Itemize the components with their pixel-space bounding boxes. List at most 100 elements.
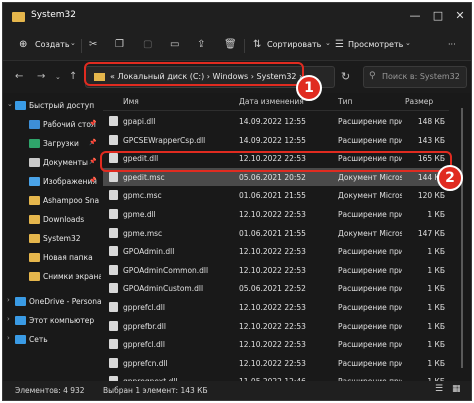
- chevron-down-icon: ⌄: [70, 39, 76, 47]
- file-list: Имя Дата изменения Тип Размер gpapi.dll 1…: [103, 93, 449, 387]
- file-type: Расширение при...: [338, 321, 402, 331]
- sort-button[interactable]: Сортировать: [267, 40, 321, 49]
- file-date: 14.09.2022 12:55: [239, 135, 306, 145]
- file-icon: [109, 116, 118, 126]
- pin-icon: 📌: [89, 177, 97, 184]
- pin-icon: 📌: [89, 139, 97, 146]
- file-row[interactable]: gpmc.msc 01.06.2021 21:55 Документ Micros.…: [103, 186, 449, 204]
- file-size: 1 КБ: [427, 247, 445, 257]
- file-size: 1 КБ: [427, 265, 445, 275]
- expand-chevron-icon[interactable]: ⌄: [7, 100, 13, 108]
- file-size: 1 КБ: [427, 358, 445, 368]
- refresh-icon[interactable]: ↻: [341, 70, 350, 83]
- network-icon: [15, 335, 26, 344]
- file-type: Расширение при...: [338, 135, 402, 145]
- view-button[interactable]: Просмотреть: [348, 40, 403, 49]
- close-button[interactable]: ✕: [453, 9, 467, 22]
- title-bar: System32 — □ ✕: [3, 3, 471, 31]
- file-date: 05.06.2021 22:52: [239, 284, 306, 294]
- rename-icon[interactable]: ▭: [170, 39, 179, 50]
- step-badge-1: 1: [296, 75, 322, 101]
- column-size[interactable]: Размер: [405, 97, 433, 106]
- selection-info: Выбран 1 элемент: 143 КБ: [103, 386, 208, 395]
- share-icon[interactable]: ⇪: [197, 39, 205, 50]
- file-row[interactable]: gpapi.dll 14.09.2022 12:55 Расширение при.…: [103, 112, 449, 130]
- search-input[interactable]: ⚲ Поиск в: System32: [363, 66, 467, 88]
- file-row[interactable]: gpme.dll 12.10.2022 22:53 Расширение при..…: [103, 205, 449, 223]
- sidebar-item[interactable]: Загрузки 📌: [3, 135, 101, 153]
- back-icon[interactable]: ←: [15, 71, 23, 82]
- file-type: Документ Micros...: [338, 228, 402, 238]
- expand-chevron-icon[interactable]: ›: [7, 334, 10, 342]
- file-row[interactable]: gpprefcl.dll 12.10.2022 22:53 Расширение п…: [103, 335, 449, 353]
- file-name: GPOAdminCustom.dll: [123, 284, 204, 294]
- file-icon: [109, 171, 118, 182]
- file-type: Расширение при...: [338, 265, 402, 275]
- sort-icon: ⇅: [253, 39, 262, 50]
- sidebar-item[interactable]: › Этот компьютер: [3, 312, 101, 330]
- step-badge-2: 2: [437, 165, 463, 191]
- sidebar-item[interactable]: Рабочий стол 📌: [3, 116, 101, 134]
- vertical-scrollbar[interactable]: [458, 98, 466, 380]
- delete-icon[interactable]: 🗑: [224, 39, 237, 50]
- scrollbar-thumb[interactable]: [461, 108, 463, 368]
- more-button[interactable]: ···: [448, 40, 456, 49]
- sidebar-item[interactable]: Изображения 📌: [3, 173, 101, 191]
- file-row[interactable]: gpme.msc 01.06.2021 21:55 Документ Micros.…: [103, 224, 449, 242]
- sidebar-item[interactable]: › OneDrive - Personal: [3, 293, 101, 311]
- file-date: 12.10.2022 22:53: [239, 303, 306, 312]
- sidebar-item[interactable]: System32: [3, 230, 101, 248]
- chevron-down-icon: ⌄: [325, 39, 331, 47]
- item-count: Элементов: 4 932: [15, 386, 85, 395]
- column-type[interactable]: Тип: [338, 97, 352, 106]
- file-row[interactable]: gpprefcn.dll 12.10.2022 22:53 Расширение п…: [103, 354, 449, 372]
- sidebar-item[interactable]: Downloads: [3, 211, 101, 229]
- sidebar-item[interactable]: Новая папка: [3, 249, 101, 267]
- file-name: gpapi.dll: [123, 117, 156, 126]
- file-name: gpprefcl.dll: [123, 303, 165, 312]
- file-date: 12.10.2022 22:53: [239, 265, 306, 275]
- navigation-pane: ⌄ Быстрый доступ Рабочий стол 📌 Загрузки 📌 Док…: [3, 93, 101, 381]
- desktop-icon: [29, 120, 40, 129]
- file-name: GPCSEWrapperCsp.dll: [123, 135, 206, 145]
- command-bar: ⊕ Создать ⌄ ✂ ❐ ▢ ▭ ⇪ 🗑 ⇅ Сортировать ⌄ …: [3, 31, 471, 61]
- file-name: gpmc.msc: [123, 191, 162, 201]
- file-row[interactable]: gpprefcl.dll 12.10.2022 22:53 Расширение п…: [103, 298, 449, 316]
- sidebar-item[interactable]: › Сеть: [3, 331, 101, 349]
- sidebar-item-label: Загрузки: [43, 139, 79, 148]
- plus-icon: ⊕: [19, 39, 28, 50]
- file-icon: [109, 246, 118, 257]
- paste-icon[interactable]: ▢: [143, 39, 152, 50]
- recent-chevron-icon[interactable]: ⌄: [55, 73, 61, 81]
- sidebar-item[interactable]: Ashampoo Sna: [3, 192, 101, 210]
- sidebar-item[interactable]: ⌄ Быстрый доступ: [3, 97, 101, 115]
- file-type: Документ Micros...: [338, 172, 402, 182]
- details-view-icon[interactable]: ☰: [435, 384, 443, 394]
- cut-icon[interactable]: ✂: [89, 39, 97, 50]
- up-icon[interactable]: ↑: [69, 71, 77, 82]
- column-date[interactable]: Дата изменения: [239, 97, 304, 106]
- sidebar-item[interactable]: Снимки экрана: [3, 268, 101, 286]
- sidebar-item-label: Рабочий стол: [43, 120, 96, 129]
- column-name[interactable]: Имя: [123, 97, 139, 106]
- file-row[interactable]: GPOAdminCommon.dll 12.10.2022 22:53 Расшир…: [103, 261, 449, 279]
- file-icon: [109, 302, 118, 312]
- file-row[interactable]: GPOAdminCustom.dll 05.06.2021 22:52 Расшир…: [103, 279, 449, 297]
- sidebar-item[interactable]: Документы 📌: [3, 154, 101, 172]
- create-button[interactable]: Создать: [35, 40, 70, 49]
- expand-chevron-icon[interactable]: ›: [7, 315, 10, 323]
- copy-icon[interactable]: ❐: [115, 39, 124, 50]
- file-row[interactable]: gpprefbr.dll 12.10.2022 22:53 Расширение п…: [103, 317, 449, 335]
- expand-chevron-icon[interactable]: ›: [7, 296, 10, 304]
- file-row[interactable]: GPOAdmin.dll 12.10.2022 22:53 Расширение п…: [103, 242, 449, 260]
- maximize-button[interactable]: □: [431, 9, 445, 22]
- sidebar-item-label: OneDrive - Personal: [29, 297, 101, 306]
- file-row[interactable]: GPCSEWrapperCsp.dll 14.09.2022 12:55 Расши…: [103, 131, 449, 149]
- tiles-view-icon[interactable]: ▦: [452, 384, 461, 394]
- minimize-button[interactable]: —: [408, 9, 422, 22]
- search-icon: ⚲: [369, 71, 376, 81]
- folder-icon: [29, 234, 40, 243]
- file-name: GPOAdminCommon.dll: [123, 265, 209, 275]
- sidebar-item-label: Документы: [43, 158, 88, 167]
- forward-icon[interactable]: →: [37, 71, 45, 82]
